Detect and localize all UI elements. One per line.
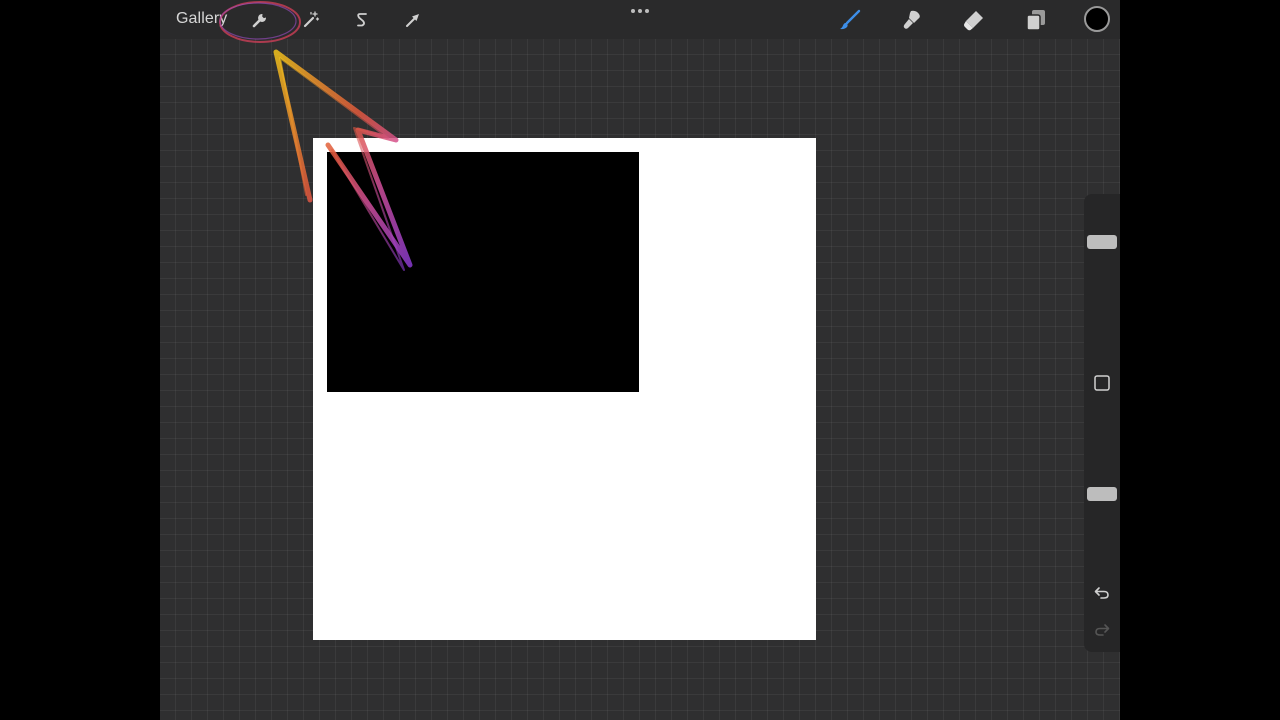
brush-size-slider-thumb[interactable] [1087, 235, 1117, 249]
opacity-slider[interactable] [1084, 414, 1120, 574]
redo-button[interactable] [1090, 618, 1114, 642]
more-menu-button[interactable] [625, 3, 655, 19]
adjustments-button[interactable] [296, 5, 326, 35]
transform-button[interactable] [398, 5, 428, 35]
smudge-icon [903, 10, 920, 29]
smudge-tool-button[interactable] [897, 5, 927, 35]
square-icon [1094, 375, 1110, 391]
selection-button[interactable] [347, 5, 377, 35]
wrench-icon [252, 13, 267, 28]
gallery-button[interactable]: Gallery [176, 10, 227, 28]
brush-size-slider[interactable] [1084, 202, 1120, 348]
drawing-canvas[interactable] [313, 138, 816, 640]
layers-icon [1026, 10, 1045, 31]
procreate-app: Gallery [160, 0, 1120, 720]
undo-icon [1094, 587, 1109, 599]
side-toolbar [1084, 194, 1120, 652]
opacity-slider-thumb[interactable] [1087, 487, 1117, 501]
brush-icon [840, 9, 861, 30]
actions-button[interactable] [245, 5, 275, 35]
arrow-cursor-icon [406, 14, 419, 27]
layers-button[interactable] [1021, 5, 1051, 35]
brush-tool-button[interactable] [835, 5, 865, 35]
black-rectangle-shape [327, 152, 639, 392]
color-picker-button[interactable] [1084, 6, 1110, 32]
top-toolbar: Gallery [160, 0, 1120, 39]
selection-s-icon [357, 13, 367, 27]
undo-button[interactable] [1090, 581, 1114, 605]
magic-wand-icon [303, 11, 320, 28]
more-dots-icon [631, 9, 635, 13]
redo-icon [1095, 624, 1110, 636]
eraser-icon [964, 11, 983, 31]
modify-button[interactable] [1090, 371, 1114, 395]
eraser-tool-button[interactable] [959, 5, 989, 35]
